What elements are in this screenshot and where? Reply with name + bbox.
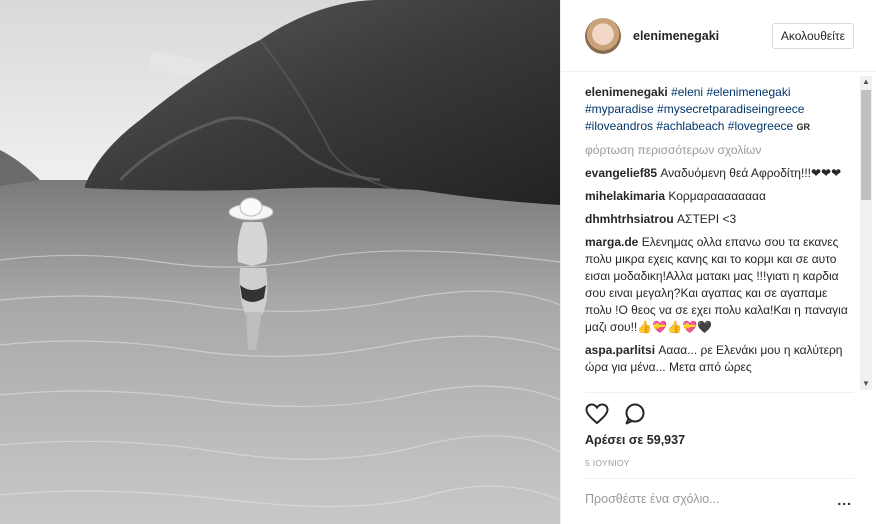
comment-username[interactable]: dhmhtrhsiatrou [585, 212, 674, 226]
divider [585, 478, 854, 479]
hashtag[interactable]: #lovegreece [728, 119, 793, 133]
language-badge: GR [796, 122, 811, 132]
comment-username[interactable]: evangelief85 [585, 166, 657, 180]
hashtag[interactable]: #iloveandros [585, 119, 653, 133]
hashtag[interactable]: #mysecretparadiseingreece [657, 102, 804, 116]
comment-input[interactable]: Προσθέστε ένα σχόλιο... [585, 492, 805, 506]
caption-username[interactable]: elenimenegaki [585, 85, 668, 99]
comment-username[interactable]: aspa.parlitsi [585, 343, 655, 357]
comment: marga.de Ελενημας ολλα επανω σου τα εκαν… [585, 234, 851, 336]
heart-icon[interactable] [585, 403, 609, 428]
post-photo[interactable] [0, 0, 560, 524]
post-modal: elenimenegaki Ακολουθείτε elenimenegaki … [0, 0, 876, 524]
comment: dhmhtrhsiatrou ΑΣΤΕΡΙ <3 [585, 211, 851, 228]
comments-scrollbar[interactable]: ▲ ▼ [860, 76, 872, 390]
comment: aspa.parlitsi Αααα... ρε Ελενάκι μου η κ… [585, 342, 851, 376]
comment-text: Ελενημας ολλα επανω σου τα εκανες πολυ μ… [585, 235, 848, 334]
scroll-down-arrow-icon[interactable]: ▼ [860, 378, 872, 390]
comment-text: Κορμαραααααααα [668, 189, 766, 203]
hashtag[interactable]: #achlabeach [656, 119, 724, 133]
load-more-comments[interactable]: φόρτωση περισσότερων σχολίων [585, 142, 851, 159]
comment-text: ΑΣΤΕΡΙ <3 [677, 212, 737, 226]
header-username[interactable]: elenimenegaki [633, 29, 772, 43]
divider [585, 392, 854, 393]
post-date[interactable]: 5 ΙΟΥΝΙΟΥ [585, 458, 630, 468]
speech-bubble-icon[interactable] [623, 403, 647, 428]
beach-photo [0, 0, 560, 524]
hashtag[interactable]: #myparadise [585, 102, 654, 116]
more-options-icon[interactable]: ... [837, 492, 852, 508]
hashtag[interactable]: #elenimenegaki [706, 85, 790, 99]
avatar[interactable] [585, 17, 621, 54]
comment-username[interactable]: marga.de [585, 235, 638, 249]
action-bar [585, 403, 647, 428]
scroll-thumb[interactable] [861, 90, 871, 200]
comment: mihelakimaria Κορμαραααααααα [585, 188, 851, 205]
comment-username[interactable]: mihelakimaria [585, 189, 665, 203]
post-header: elenimenegaki Ακολουθείτε [561, 0, 876, 72]
hashtag[interactable]: #eleni [671, 85, 703, 99]
comment-text: Αναδυόμενη θεά Αφροδίτη!!!❤❤❤ [660, 166, 842, 180]
caption: elenimenegaki #eleni #elenimenegaki #myp… [585, 84, 851, 136]
post-sidebar: elenimenegaki Ακολουθείτε elenimenegaki … [560, 0, 876, 524]
comment: evangelief85 Αναδυόμενη θεά Αφροδίτη!!!❤… [585, 165, 851, 182]
likes-count[interactable]: Αρέσει σε 59,937 [585, 433, 685, 447]
comments-list: elenimenegaki #eleni #elenimenegaki #myp… [585, 84, 851, 390]
scroll-up-arrow-icon[interactable]: ▲ [860, 76, 872, 88]
follow-button[interactable]: Ακολουθείτε [771, 22, 854, 49]
